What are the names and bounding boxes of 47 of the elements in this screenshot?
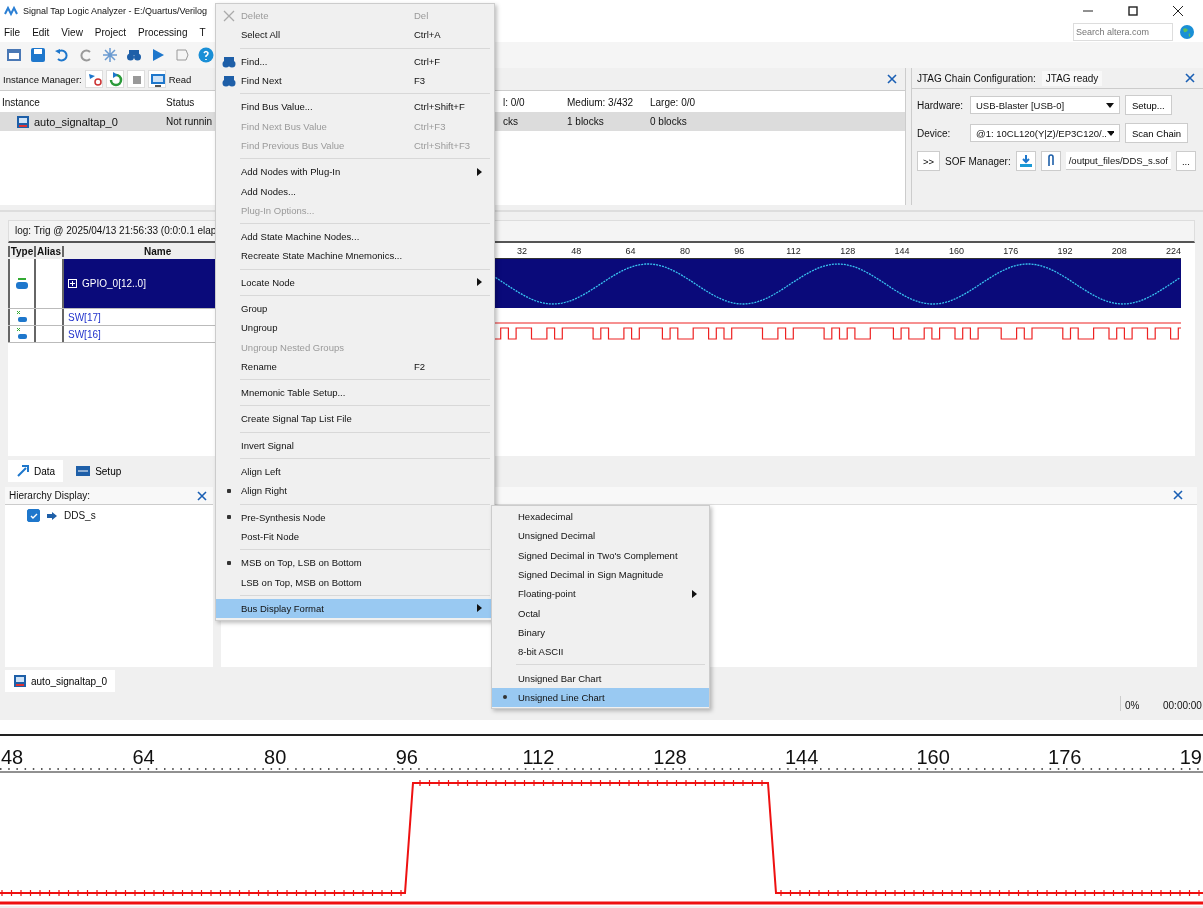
tick-label: 112 [522,746,555,768]
tick-label: 48 [0,746,24,768]
tick-label: 176 [1003,246,1019,256]
table-cell-text: Not runnin [166,116,214,127]
tick-label: 128 [840,246,856,256]
table-cell-text: cks [503,116,519,127]
jtag-title: JTAG Chain Configuration: [917,72,1036,84]
tick-label: 160 [948,246,964,256]
column-header: Type [8,245,36,257]
column-header: Name [144,245,172,257]
tick-label: 224 [1166,246,1181,256]
tick-label: 80 [264,746,287,768]
tick-label: 48 [571,246,582,256]
column-header: l: 0/0 [503,97,526,108]
instance-manager-label: Instance Manager: [3,73,82,85]
column-header: Large: 0/0 [650,97,697,108]
tick-label: 64 [625,246,636,256]
hardware-label: Hardware: [917,99,965,111]
device-label: Device: [917,127,952,139]
tick-label: 160 [916,746,950,768]
sof-manager-label: SOF Manager: [945,155,1011,167]
tick-label: 112 [786,246,801,256]
column-header: Instance [1,97,41,108]
jtag-status: JTAG ready [1041,70,1103,86]
tick-label: 96 [734,246,745,256]
tick-label: 96 [395,746,418,768]
column-header: Medium: 3/432 [567,97,635,108]
column-header: Alias [36,245,64,257]
window-title: Signal Tap Logic Analyzer - E:/Quartus/Verilog [23,6,207,16]
hierarchy-title: Hierarchy Display: [9,490,91,501]
tick-label: 144 [784,746,819,768]
elapsed-time: 00:00:00 [1163,699,1203,711]
table-cell: auto_signaltap_0 [34,115,118,128]
tick-label: 64 [132,746,155,768]
tick-label: 176 [1048,746,1082,768]
table-cell-text: 1 blocks [567,116,605,127]
instance-status: Read [168,73,192,85]
progress-text: 0% [1120,696,1163,711]
tick-label: 128 [653,746,687,768]
tick-label: 19 [1179,746,1202,768]
tick-label: 208 [1111,246,1127,256]
tick-label: 144 [894,246,910,256]
tick-label: 32 [517,246,527,256]
column-header: Status [166,97,196,108]
table-cell-text: 0 blocks [650,116,688,127]
tick-label: 80 [679,246,690,256]
tick-label: 192 [1057,246,1073,256]
